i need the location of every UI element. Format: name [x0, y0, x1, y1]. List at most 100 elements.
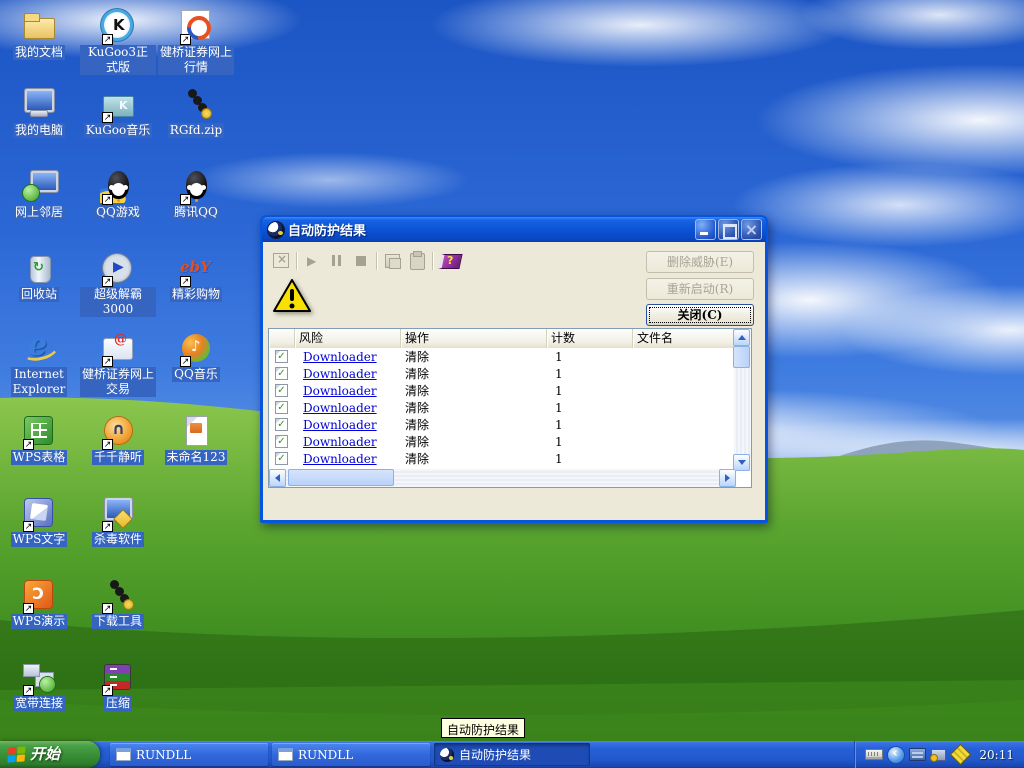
row-check-icon[interactable]: ✓	[275, 401, 288, 414]
row-check-icon[interactable]: ✓	[275, 384, 288, 397]
scroll-up-button[interactable]	[733, 329, 750, 346]
desktop-icon-ttplayer[interactable]: ↗千千静听	[80, 414, 156, 465]
maximize-button[interactable]	[718, 219, 739, 240]
table-row[interactable]: ✓Downloader清除1	[269, 399, 751, 416]
restart-button[interactable]: 重新启动(R)	[646, 278, 754, 300]
start-button[interactable]: 开始	[0, 741, 100, 768]
row-check-icon[interactable]: ✓	[275, 350, 288, 363]
stop-icon[interactable]	[349, 250, 373, 272]
scroll-left-button[interactable]	[269, 469, 286, 487]
desktop-icon-network-places[interactable]: 网上邻居	[1, 169, 77, 220]
desktop-icon-qq-games[interactable]: ↗QQ游戏	[80, 169, 156, 220]
vertical-scrollbar[interactable]	[734, 329, 751, 471]
my-computer-icon	[21, 87, 57, 121]
task-button-3[interactable]: 自动防护结果	[434, 743, 590, 766]
desktop-icon-label: Internet Explorer	[11, 367, 68, 397]
desktop-icon-kugoo3[interactable]: ↗KuGoo3正式版	[80, 9, 156, 75]
column-header-3[interactable]: 计数	[547, 329, 633, 348]
pause-icon[interactable]	[325, 250, 349, 272]
desktop-icon-label: QQ音乐	[172, 367, 220, 382]
desktop-icon-wps-writer[interactable]: ↗WPS文字	[1, 496, 77, 547]
task-button-1[interactable]: RUNDLL	[110, 743, 268, 766]
risk-link[interactable]: Downloader	[295, 367, 401, 381]
risk-link[interactable]: Downloader	[295, 418, 401, 432]
close-icon[interactable]	[741, 219, 762, 240]
network-computers-icon[interactable]	[931, 749, 946, 761]
horizontal-scrollbar[interactable]	[269, 469, 736, 487]
horizontal-scroll-thumb[interactable]	[288, 469, 394, 486]
help-book-icon[interactable]	[437, 250, 461, 272]
column-header-4[interactable]: 文件名	[633, 329, 736, 348]
row-check-icon[interactable]: ✓	[275, 418, 288, 431]
desktop-icon-my-computer[interactable]: 我的电脑	[1, 87, 77, 138]
risk-link[interactable]: Downloader	[295, 350, 401, 364]
risk-link[interactable]: Downloader	[295, 384, 401, 398]
shortcut-arrow-icon: ↗	[102, 521, 113, 532]
desktop-icon-internet-explorer[interactable]: Internet Explorer	[1, 331, 77, 397]
column-header-check[interactable]	[269, 329, 295, 348]
broadband-connection-icon: ↗	[21, 660, 57, 694]
desktop-icon-wps-sheets[interactable]: ↗WPS表格	[1, 414, 77, 465]
desktop-icon-super-player-3000[interactable]: ↗超级解霸3000	[80, 251, 156, 317]
desktop-icon-shopping[interactable]: ↗精彩购物	[158, 251, 234, 302]
desktop-icon-kugoo-music[interactable]: ↗KuGoo音乐	[80, 87, 156, 138]
desktop-icon-my-documents[interactable]: 我的文档	[1, 9, 77, 60]
taskbar: 开始 RUNDLLRUNDLL自动防护结果 20:11	[0, 741, 1024, 768]
vertical-scroll-thumb[interactable]	[733, 346, 750, 368]
table-row[interactable]: ✓Downloader清除1	[269, 416, 751, 433]
shortcut-arrow-icon: ↗	[180, 276, 191, 287]
row-check-icon[interactable]: ✓	[275, 367, 288, 380]
column-header-2[interactable]: 操作	[401, 329, 547, 348]
taskbar-tooltip: 自动防护结果	[441, 718, 525, 738]
count-cell: 1	[547, 401, 633, 415]
desktop-icon-qq-music[interactable]: ↗ QQ音乐	[158, 331, 234, 382]
table-row[interactable]: ✓Downloader清除1	[269, 382, 751, 399]
properties-icon[interactable]	[381, 250, 405, 272]
desktop-icon-recycle-bin[interactable]: 回收站	[1, 251, 77, 302]
desktop-icon-broadband-connection[interactable]: ↗宽带连接	[1, 660, 77, 711]
desktop-icon-download-tool[interactable]: ↗下载工具	[80, 578, 156, 629]
desktop-icon-label: 下载工具	[92, 614, 144, 629]
close-button[interactable]: 关闭(C)	[646, 304, 754, 326]
table-row[interactable]: ✓Downloader清除1	[269, 433, 751, 450]
collapse-chevron-icon[interactable]	[888, 747, 904, 763]
desktop-icon-jianqiao-online-quotes[interactable]: ↗健桥证券网上 行情	[158, 9, 234, 75]
dialog-titlebar[interactable]: 自动防护结果	[262, 217, 766, 242]
internet-explorer-icon	[21, 331, 57, 365]
close-result-icon[interactable]	[269, 250, 293, 272]
table-row[interactable]: ✓Downloader清除1	[269, 348, 751, 365]
risk-link[interactable]: Downloader	[295, 435, 401, 449]
table-row[interactable]: ✓Downloader清除1	[269, 450, 751, 467]
desktop-icon-tencent-qq[interactable]: ↗腾讯QQ	[158, 169, 234, 220]
shortcut-arrow-icon: ↗	[23, 521, 34, 532]
keyboard-icon[interactable]	[865, 749, 883, 760]
firewall-icon[interactable]	[909, 748, 926, 761]
risk-link[interactable]: Downloader	[295, 401, 401, 415]
risk-link[interactable]: Downloader	[295, 452, 401, 466]
dialog-title: 自动防护结果	[288, 220, 693, 239]
clipboard-icon[interactable]	[405, 250, 429, 272]
delete-threat-button[interactable]: 删除威胁(E)	[646, 251, 754, 273]
row-check-icon[interactable]: ✓	[275, 435, 288, 448]
kugoo3-icon: ↗	[100, 9, 136, 43]
play-icon[interactable]	[301, 250, 325, 272]
table-row[interactable]: ✓Downloader清除1	[269, 365, 751, 382]
desktop-icon-rgfd-zip[interactable]: RGfd.zip	[158, 87, 234, 138]
system-tray: 20:11	[854, 741, 1024, 768]
row-check-icon[interactable]: ✓	[275, 452, 288, 465]
desktop-icon-antivirus-software[interactable]: ↗杀毒软件	[80, 496, 156, 547]
desktop-icon-label: WPS演示	[11, 614, 68, 629]
desktop-icon-label: WPS表格	[11, 450, 68, 465]
task-button-2[interactable]: RUNDLL	[272, 743, 430, 766]
desktop-icon-compress[interactable]: ↗压缩	[80, 660, 156, 711]
desktop-icon-wps-presentation[interactable]: ↗WPS演示	[1, 578, 77, 629]
window-icon	[278, 748, 293, 761]
minimize-button[interactable]	[695, 219, 716, 240]
norton-icon	[440, 748, 454, 762]
desktop-icon-jianqiao-online-trading[interactable]: ↗健桥证券网上 交易	[80, 331, 156, 397]
desktop-icon-unnamed-123[interactable]: 未命名123	[158, 414, 234, 465]
norton-diamond-icon[interactable]	[952, 745, 970, 763]
qq-music-icon: ↗	[178, 331, 214, 365]
windows-logo-icon	[7, 746, 25, 762]
column-header-1[interactable]: 风险	[295, 329, 401, 348]
